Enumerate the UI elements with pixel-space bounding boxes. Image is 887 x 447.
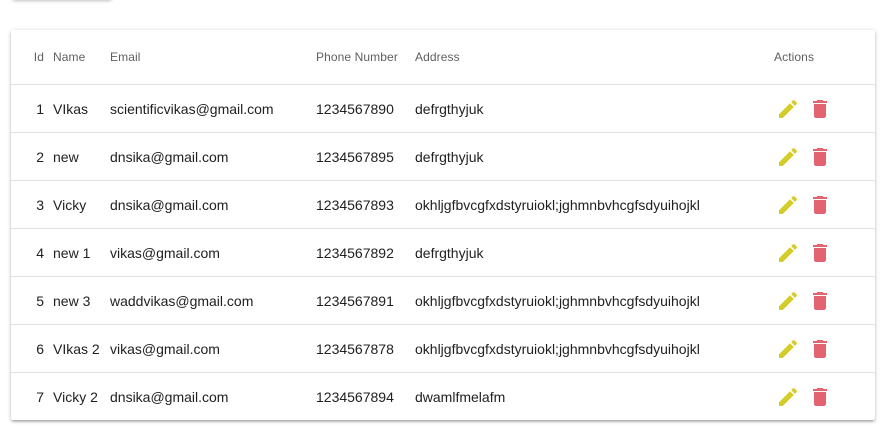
edit-button[interactable] xyxy=(776,193,800,217)
cell-id: 3 xyxy=(11,180,53,229)
edit-button[interactable] xyxy=(776,385,800,409)
header-phone-number: Phone Number xyxy=(316,30,415,85)
cell-email: dnsika@gmail.com xyxy=(110,388,229,405)
edit-button[interactable] xyxy=(776,97,800,121)
edit-button[interactable] xyxy=(776,289,800,313)
table-row: 6 VIkas 2 vikas@gmail.com 1234567878 okh… xyxy=(11,324,875,373)
table-row: 4 new 1 vikas@gmail.com 1234567892 defrg… xyxy=(11,228,875,277)
cell-phone: 1234567892 xyxy=(316,228,415,277)
delete-button[interactable] xyxy=(808,337,832,361)
header-email: Email xyxy=(110,30,316,85)
edit-button[interactable] xyxy=(776,145,800,169)
header-actions: Actions xyxy=(774,30,875,85)
cell-name: VIkas 2 xyxy=(53,324,110,373)
cell-phone: 1234567890 xyxy=(316,84,415,133)
pencil-icon xyxy=(779,147,798,166)
users-table: Id Name Email Phone Number Address Actio… xyxy=(11,30,875,420)
cell-email: vikas@gmail.com xyxy=(110,228,316,277)
delete-button[interactable] xyxy=(808,97,832,121)
cell-address: okhljgfbvcgfxdstyruiokl;jghmnbvhcgfsdyui… xyxy=(415,180,774,229)
table-row: 2 new dnsika@gmail.com 1234567895 defrgt… xyxy=(11,132,875,181)
edit-button[interactable] xyxy=(776,337,800,361)
delete-button[interactable] xyxy=(808,193,832,217)
cell-id: 4 xyxy=(11,228,53,277)
cell-email: vikas@gmail.com xyxy=(110,324,316,373)
cell-id: 7 xyxy=(36,388,44,405)
table-row: 5 new 3 waddvikas@gmail.com 1234567891 o… xyxy=(11,276,875,325)
cell-id: 6 xyxy=(11,324,53,373)
cell-name: new 3 xyxy=(53,276,110,325)
cell-name: new xyxy=(53,132,110,181)
cell-phone: 1234567895 xyxy=(316,132,415,181)
cell-actions xyxy=(774,132,875,181)
trash-icon xyxy=(813,339,827,358)
cell-email: dnsika@gmail.com xyxy=(110,180,316,229)
cell-address: okhljgfbvcgfxdstyruiokl;jghmnbvhcgfsdyui… xyxy=(415,324,774,373)
cell-address: defrgthyjuk xyxy=(415,84,774,133)
header-name: Name xyxy=(53,30,110,85)
trash-icon xyxy=(813,99,827,118)
cell-name: VIkas xyxy=(53,84,110,133)
table-row: 3 Vicky dnsika@gmail.com 1234567893 okhl… xyxy=(11,180,875,229)
cell-actions xyxy=(774,373,875,421)
trash-icon xyxy=(813,243,827,262)
cell-email: scientificvikas@gmail.com xyxy=(110,84,316,133)
cell-phone: 1234567891 xyxy=(316,276,415,325)
cell-email: dnsika@gmail.com xyxy=(110,132,316,181)
delete-button[interactable] xyxy=(808,241,832,265)
cell-actions xyxy=(774,84,875,133)
delete-button[interactable] xyxy=(808,289,832,313)
cell-name: new 1 xyxy=(53,228,110,277)
cell-id: 5 xyxy=(11,276,53,325)
cell-address: defrgthyjuk xyxy=(415,132,774,181)
cell-name: Vicky 2 xyxy=(53,388,98,405)
pencil-icon xyxy=(779,339,798,358)
edit-button[interactable] xyxy=(776,241,800,265)
cell-address: defrgthyjuk xyxy=(415,228,774,277)
cell-actions xyxy=(774,324,875,373)
pencil-icon xyxy=(779,99,798,118)
header-address: Address xyxy=(415,30,774,85)
header-id: Id xyxy=(11,30,53,85)
cell-phone: 1234567893 xyxy=(316,180,415,229)
pencil-icon xyxy=(779,243,798,262)
table-header-row: Id Name Email Phone Number Address Actio… xyxy=(11,30,875,85)
cell-phone: 1234567878 xyxy=(316,324,415,373)
delete-button[interactable] xyxy=(808,145,832,169)
delete-button[interactable] xyxy=(808,385,832,409)
cell-phone: 1234567894 xyxy=(316,388,394,405)
pencil-icon xyxy=(779,387,798,406)
trash-icon xyxy=(813,195,827,214)
cell-actions xyxy=(774,180,875,229)
cell-actions xyxy=(774,276,875,325)
cell-id: 2 xyxy=(11,132,53,181)
table-row: 7 Vicky 2 dnsika@gmail.com 1234567894 dw… xyxy=(11,373,875,421)
cell-name: Vicky xyxy=(53,180,110,229)
pencil-icon xyxy=(779,195,798,214)
cell-email: waddvikas@gmail.com xyxy=(110,276,316,325)
users-table-card: Id Name Email Phone Number Address Actio… xyxy=(11,30,875,420)
table-row: 1 VIkas scientificvikas@gmail.com 123456… xyxy=(11,84,875,133)
cell-address: okhljgfbvcgfxdstyruiokl;jghmnbvhcgfsdyui… xyxy=(415,276,774,325)
trash-icon xyxy=(813,291,827,310)
cell-actions xyxy=(774,228,875,277)
cell-address: dwamlfmelafm xyxy=(415,388,506,405)
trash-icon xyxy=(813,387,827,406)
cell-id: 1 xyxy=(11,84,53,133)
trash-icon xyxy=(813,147,827,166)
pencil-icon xyxy=(779,291,798,310)
